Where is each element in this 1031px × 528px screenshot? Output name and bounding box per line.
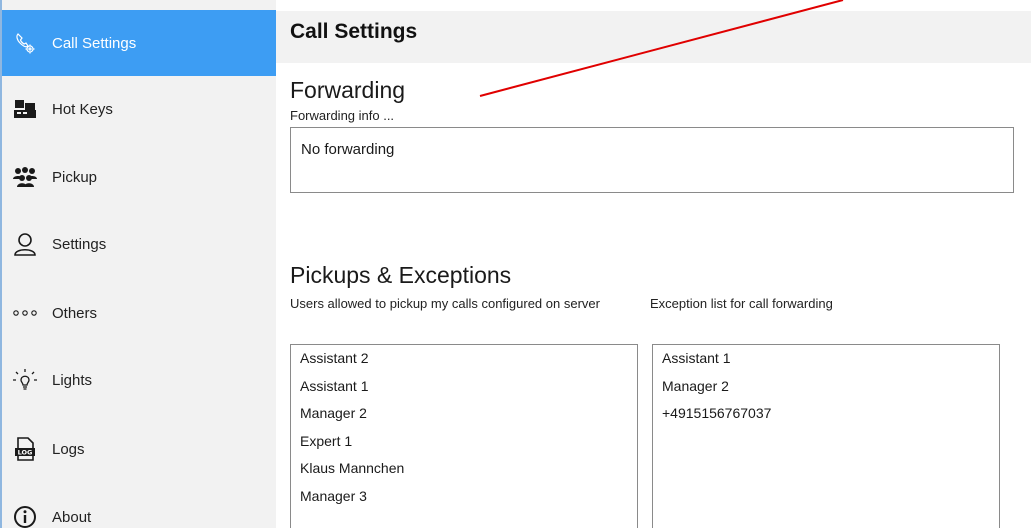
list-item[interactable]: Assistant 2 xyxy=(291,345,637,373)
sidebar-item-logs[interactable]: LOG Logs xyxy=(2,416,276,482)
sidebar-item-label: Settings xyxy=(52,235,107,253)
sidebar-item-label: Logs xyxy=(52,440,85,458)
forwarding-info: Forwarding info ... xyxy=(290,108,395,123)
page-header: Call Settings xyxy=(276,11,1031,63)
sidebar-item-call-settings[interactable]: Call Settings xyxy=(2,10,276,76)
sidebar: Call Settings Hot Keys Pickup Settings O… xyxy=(0,0,276,528)
dots-icon xyxy=(12,300,38,326)
pickup-group-icon xyxy=(12,164,38,190)
sidebar-item-label: Lights xyxy=(52,371,93,389)
exception-list[interactable]: Assistant 1 Manager 2 +4915156767037 xyxy=(652,344,1000,528)
main-content: Call Settings Forwarding Forwarding info… xyxy=(276,0,1031,528)
sidebar-item-about[interactable]: About xyxy=(2,484,276,528)
allowed-users-caption: Users allowed to pickup my calls configu… xyxy=(290,296,600,311)
sidebar-item-others[interactable]: Others xyxy=(2,280,276,346)
sidebar-item-lights[interactable]: Lights xyxy=(2,347,276,413)
sidebar-item-label: Hot Keys xyxy=(52,100,113,118)
sidebar-item-label: Call Settings xyxy=(52,34,137,52)
sidebar-item-settings[interactable]: Settings xyxy=(2,211,276,277)
list-item[interactable]: +4915156767037 xyxy=(653,400,999,428)
sidebar-item-hot-keys[interactable]: Hot Keys xyxy=(2,76,276,142)
list-item[interactable]: Assistant 1 xyxy=(291,373,637,401)
list-item[interactable]: Expert 1 xyxy=(291,428,637,456)
list-item[interactable]: Manager 2 xyxy=(653,373,999,401)
call-settings-icon xyxy=(12,30,38,56)
sidebar-item-label: Others xyxy=(52,304,98,322)
user-settings-icon xyxy=(12,231,38,257)
pickups-heading: Pickups & Exceptions xyxy=(290,262,512,288)
info-icon xyxy=(12,504,38,528)
sidebar-item-pickup[interactable]: Pickup xyxy=(2,144,276,210)
sidebar-item-label: About xyxy=(52,508,92,526)
allowed-users-list[interactable]: Assistant 2 Assistant 1 Manager 2 Expert… xyxy=(290,344,638,528)
exception-list-caption: Exception list for call forwarding xyxy=(650,296,833,311)
svg-text:LOG: LOG xyxy=(18,449,33,457)
log-file-icon: LOG xyxy=(12,436,38,462)
list-item[interactable]: Manager 2 xyxy=(291,400,637,428)
sidebar-item-label: Pickup xyxy=(52,168,98,186)
forwarding-heading: Forwarding xyxy=(290,77,406,103)
lightbulb-icon xyxy=(12,367,38,393)
list-item[interactable]: Klaus Mannchen xyxy=(291,455,637,483)
hotkeys-icon xyxy=(12,96,38,122)
list-item[interactable]: Assistant 1 xyxy=(653,345,999,373)
page-title: Call Settings xyxy=(290,20,418,43)
forwarding-field[interactable]: No forwarding xyxy=(290,127,1014,193)
forwarding-value: No forwarding xyxy=(301,141,395,158)
list-item[interactable]: Manager 3 xyxy=(291,483,637,511)
